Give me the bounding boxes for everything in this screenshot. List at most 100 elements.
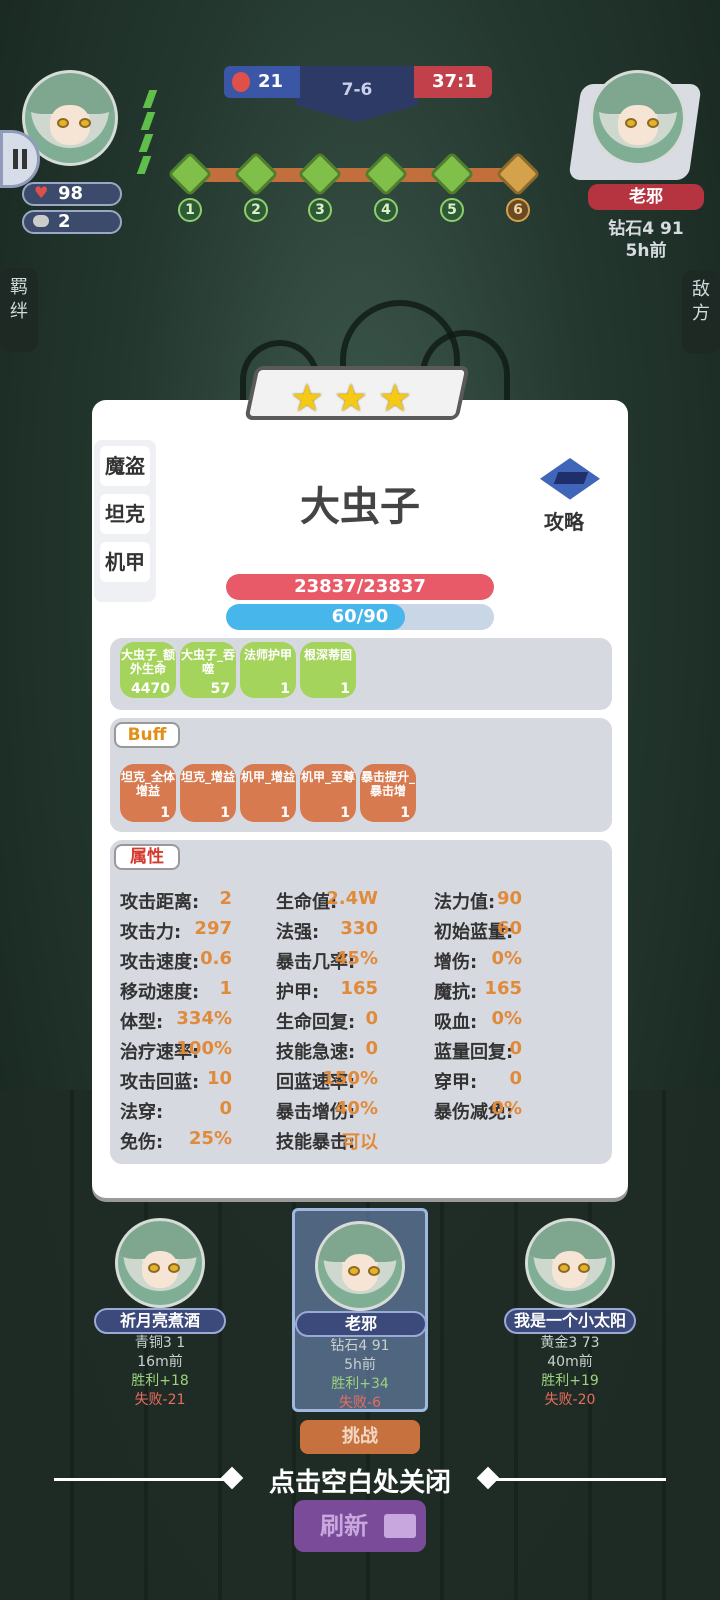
stage-number: 5	[440, 198, 464, 222]
star-icon: ★	[334, 376, 369, 420]
bond-tab[interactable]: 羁绊	[0, 268, 38, 352]
attribute-value: 334%	[176, 1008, 232, 1029]
attribute-value: 0	[365, 1038, 378, 1059]
right-score: 37:1	[414, 66, 492, 98]
coin-icon	[33, 215, 49, 227]
buff-chip[interactable]: 机甲_至尊 1	[300, 764, 356, 822]
buff-chip[interactable]: 坦克_全体增益 1	[120, 764, 176, 822]
chip-count: 1	[280, 681, 290, 697]
unit-name: 大虫子	[300, 484, 420, 530]
buff-chip[interactable]: 坦克_增益 1	[180, 764, 236, 822]
skill-chip[interactable]: 根深蒂固 1	[300, 642, 356, 698]
stage-number: 6	[506, 198, 530, 222]
attribute-label: 免伤:	[120, 1132, 164, 1153]
attribute-value: 0.6	[200, 948, 232, 969]
chip-label: 根深蒂固	[303, 648, 352, 662]
enemy-tab[interactable]: 敌方	[682, 270, 720, 354]
attribute-value: 297	[194, 918, 232, 939]
stage-number: 1	[178, 198, 202, 222]
chip-count: 1	[340, 805, 350, 821]
attribute-value: 10	[206, 1068, 232, 1089]
chip-count: 1	[220, 805, 230, 821]
close-hint[interactable]: 点击空白处关闭	[0, 1462, 720, 1499]
attribute-value: 40%	[334, 1098, 378, 1119]
chip-label: 大虫子_额外生命	[120, 648, 175, 676]
hp-bar: 23837/23837	[226, 574, 494, 600]
buff-title: Buff	[114, 722, 180, 748]
opponent-name: 老邪	[588, 184, 704, 210]
attribute-value: 0%	[491, 1098, 522, 1119]
opponent-card-win: 胜利+19	[541, 1373, 599, 1389]
chip-label: 机甲_增益	[240, 770, 295, 784]
chip-count: 1	[400, 805, 410, 821]
attributes-title: 属性	[114, 844, 180, 870]
attribute-value: 25%	[188, 1128, 232, 1149]
player-hp: ♥ 98	[22, 182, 122, 206]
trait-tag[interactable]: 机甲	[100, 542, 150, 582]
heart-icon: ♥	[34, 183, 49, 202]
skill-chip[interactable]: 大虫子_吞噬 57	[180, 642, 236, 698]
stage-node	[297, 151, 343, 197]
opponent-card[interactable]: 我是一个小太阳 黄金3 73 40m前胜利+19 失败-20	[490, 1208, 650, 1408]
buff-chip[interactable]: 暴击提升_暴击增 1	[360, 764, 416, 822]
attribute-value: 1	[219, 978, 232, 999]
chip-label: 法师护甲	[243, 648, 292, 662]
attribute-value: 165	[484, 978, 522, 999]
opponent-card[interactable]: 老邪 钻石4 91 5h前胜利+34 失败-6	[292, 1208, 428, 1412]
attribute-value: 0	[365, 1008, 378, 1029]
star-icon: ★	[290, 376, 325, 420]
attribute-value: 60	[496, 918, 522, 939]
chip-label: 坦克_全体增益	[120, 770, 175, 798]
attribute-value: 150%	[322, 1068, 378, 1089]
attribute-value: 0%	[491, 948, 522, 969]
challenge-button[interactable]: 挑战	[300, 1420, 420, 1454]
opponent-card-lose: 失败-6	[339, 1395, 381, 1411]
opponent-card-win: 胜利+34	[331, 1376, 389, 1392]
chip-label: 暴击提升_暴击增	[360, 770, 415, 798]
opponent-avatar	[115, 1218, 205, 1308]
stage-node	[167, 151, 213, 197]
attribute-value: 165	[340, 978, 378, 999]
opponent-card-rank: 钻石4 91	[330, 1338, 390, 1354]
skill-chip[interactable]: 法师护甲 1	[240, 642, 296, 698]
chip-count: 1	[280, 805, 290, 821]
skill-chip[interactable]: 大虫子_额外生命 4470	[120, 642, 176, 698]
buff-chip[interactable]: 机甲_增益 1	[240, 764, 296, 822]
opponent-card[interactable]: 祈月亮煮酒 青铜3 1 16m前 胜利+18 失败-21	[80, 1208, 240, 1408]
player-coins: 2	[22, 210, 122, 234]
attribute-value: 100%	[176, 1038, 232, 1059]
trait-tag[interactable]: 魔盗	[100, 446, 150, 486]
opponent-card-time: 40m前	[547, 1354, 593, 1370]
attribute-label: 法穿:	[120, 1102, 164, 1123]
chip-count: 1	[340, 681, 350, 697]
fire-icon	[232, 72, 250, 92]
level-bars	[136, 90, 164, 180]
opponent-card-time: 5h前	[344, 1357, 376, 1373]
trait-tag[interactable]: 坦克	[100, 494, 150, 534]
chip-label: 机甲_至尊	[300, 770, 355, 784]
opponent-avatar[interactable]	[590, 70, 686, 166]
stage-number: 4	[374, 198, 398, 222]
chip-label: 大虫子_吞噬	[180, 648, 235, 676]
refresh-button[interactable]: 刷新	[294, 1500, 426, 1552]
stage-number: 3	[308, 198, 332, 222]
opponent-card-name: 祈月亮煮酒	[94, 1308, 226, 1334]
attribute-label: 体型:	[120, 1012, 164, 1033]
attribute-label: 护甲:	[276, 982, 320, 1003]
trait-tags: 魔盗 坦克 机甲	[94, 440, 156, 602]
attribute-value: 90	[496, 888, 522, 909]
chip-label: 坦克_增益	[180, 770, 235, 784]
opponent-card-rank: 黄金3 73	[540, 1335, 600, 1351]
attribute-value: 0%	[491, 1008, 522, 1029]
video-icon	[384, 1514, 416, 1538]
opponent-card-name: 老邪	[295, 1311, 427, 1337]
opponent-card-lose: 失败-20	[544, 1392, 596, 1408]
chip-count: 4470	[131, 681, 170, 697]
stage-number: 2	[244, 198, 268, 222]
attribute-value: 0	[219, 1098, 232, 1119]
opponent-card-win: 胜利+18	[131, 1373, 189, 1389]
opponent-card-name: 我是一个小太阳	[504, 1308, 636, 1334]
stage-node	[233, 151, 279, 197]
guide-button[interactable]: 攻略	[544, 506, 584, 535]
stage-node	[429, 151, 475, 197]
